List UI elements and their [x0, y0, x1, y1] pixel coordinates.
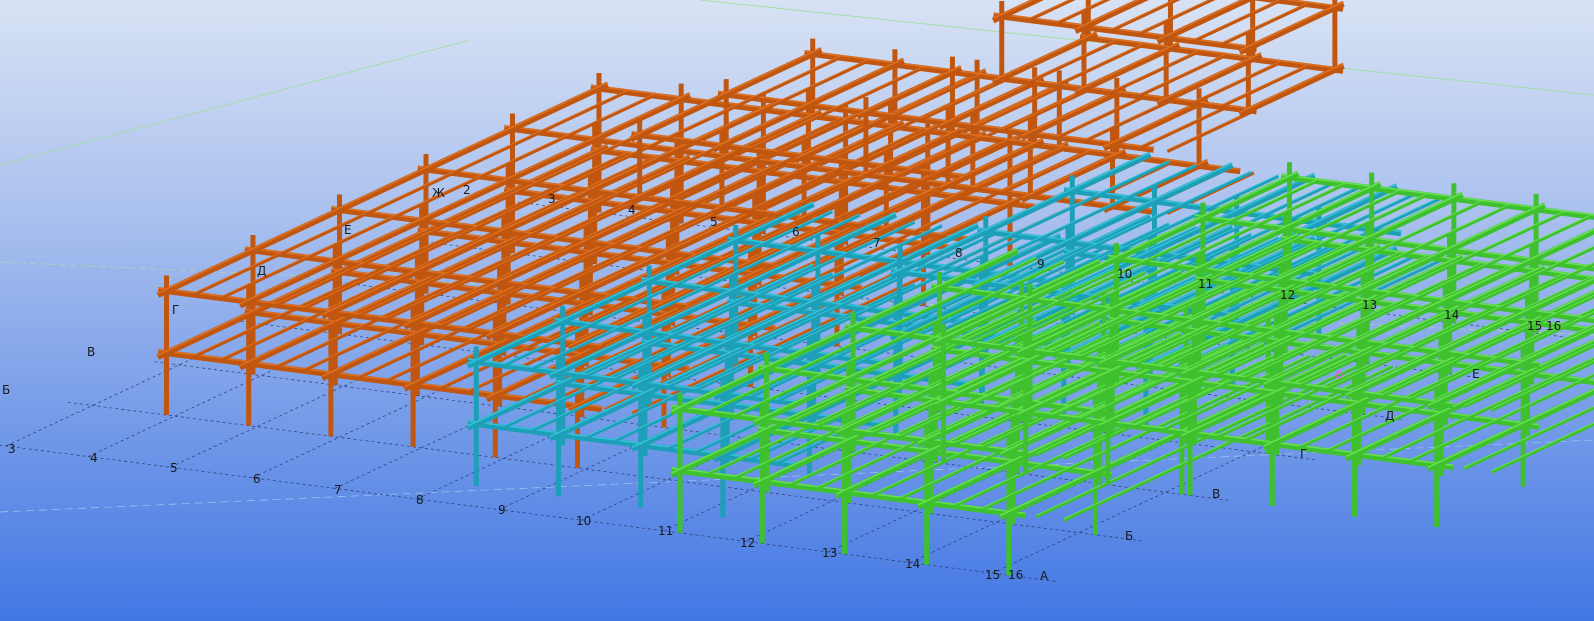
axis-label-16-right: 16 [1546, 319, 1561, 333]
model-label-6: 6 [792, 225, 800, 239]
axis-label-11: 11 [658, 524, 673, 538]
model-label-12: 12 [1280, 288, 1295, 302]
model-label-v: В [87, 345, 95, 359]
axis-label-14: 14 [905, 557, 920, 571]
model-label-2: 2 [463, 183, 471, 197]
model-label-g: Г [172, 303, 179, 317]
axis-label-13: 13 [822, 546, 837, 560]
model-label-9: 9 [1037, 257, 1045, 271]
axis-label-12: 12 [740, 536, 755, 550]
model-label-e: Е [344, 223, 352, 237]
model-label-3: 3 [548, 192, 556, 206]
axis-label-d-right: Д [1385, 409, 1394, 423]
model-label-13: 13 [1362, 298, 1377, 312]
axis-label-v-right: В [1212, 487, 1220, 501]
model-label-8: 8 [955, 246, 963, 260]
axis-label-8: 8 [416, 493, 424, 507]
axis-label-5: 5 [170, 461, 178, 475]
axis-label-b-left: Б [2, 383, 10, 397]
axis-label-6: 6 [253, 472, 261, 486]
axis-label-3: 3 [8, 442, 16, 456]
axis-label-16: 16 [1008, 568, 1023, 582]
axis-label-e-right: Е [1472, 367, 1480, 381]
axis-label-a: А [1040, 569, 1049, 583]
model-label-5: 5 [710, 215, 718, 229]
axis-label-10: 10 [576, 514, 591, 528]
model-label-4: 4 [628, 203, 636, 217]
model-viewport[interactable]: Б 3 4 5 6 7 8 9 10 11 12 13 14 15 16 А Б… [0, 0, 1594, 621]
axis-label-15-right: 15 [1527, 319, 1542, 333]
structure-3d-view[interactable]: Б 3 4 5 6 7 8 9 10 11 12 13 14 15 16 А Б… [0, 0, 1594, 621]
axis-label-b-right: Б [1125, 529, 1133, 543]
model-label-7: 7 [873, 236, 881, 250]
axis-label-4: 4 [90, 451, 98, 465]
axis-label-9: 9 [498, 503, 506, 517]
model-label-14: 14 [1444, 308, 1459, 322]
axis-label-15: 15 [985, 568, 1000, 582]
model-label-11: 11 [1198, 277, 1213, 291]
model-label-d: Д [257, 264, 266, 278]
axis-label-7: 7 [334, 483, 342, 497]
model-label-zh: Ж [432, 186, 445, 200]
axis-label-g-right: Г [1300, 447, 1307, 461]
model-label-10: 10 [1117, 267, 1132, 281]
